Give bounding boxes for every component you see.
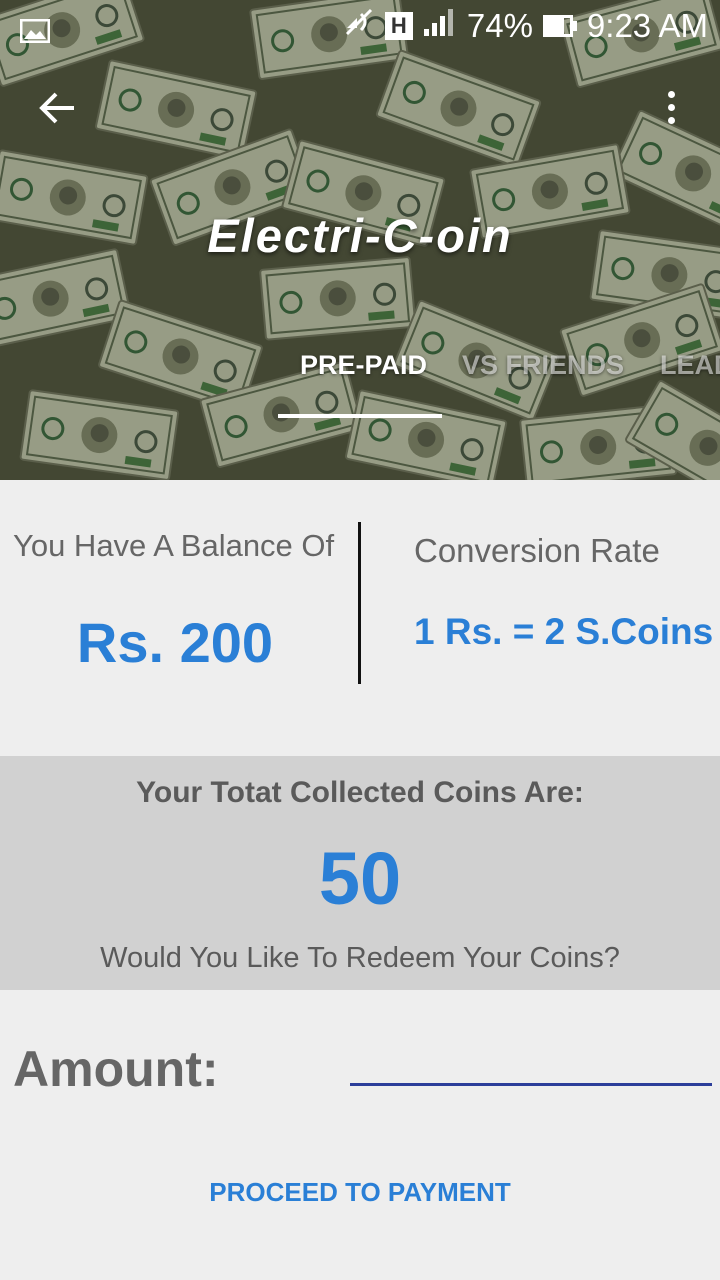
amount-input[interactable] [350, 1040, 712, 1086]
tab-leaderboard[interactable]: LEAD [660, 350, 720, 381]
active-tab-indicator [278, 414, 442, 418]
coins-value: 50 [318, 837, 402, 920]
tab-vs-friends[interactable]: VS FRIENDS [462, 350, 624, 381]
balance-summary: You Have A Balance Of Rs. 200 Conversion… [0, 480, 720, 756]
balance-value: Rs. 200 [76, 611, 274, 674]
status-bar: H 74% 9:23 AM [0, 0, 720, 50]
signal-icon [423, 7, 457, 45]
mute-icon [343, 6, 375, 46]
tab-bar: PRE-PAID VS FRIENDS LEAD [0, 350, 720, 420]
app-title: Electri-C-oin [207, 209, 513, 262]
clock: 9:23 AM [586, 7, 708, 44]
coins-panel: Your Totat Collected Coins Are: 50 Would… [0, 756, 720, 990]
proceed-to-payment-button[interactable]: PROCEED TO PAYMENT [160, 1160, 560, 1224]
image-notification-icon [19, 13, 51, 51]
header: H 74% 9:23 AM Electri-C-oin PRE-PAID VS … [0, 0, 720, 480]
battery-icon [542, 15, 577, 37]
conversion-rate-value: 1 Rs. = 2 S.Coins [414, 611, 714, 652]
network-type-badge: H [384, 12, 413, 40]
arrow-left-icon [39, 92, 74, 124]
more-vertical-icon [667, 91, 675, 98]
tab-pre-paid[interactable]: PRE-PAID [300, 350, 427, 381]
battery-percent: 74% [466, 7, 533, 44]
overflow-menu-button[interactable] [656, 86, 686, 130]
conversion-rate-label: Conversion Rate [414, 532, 660, 569]
vertical-divider [358, 522, 361, 684]
balance-label: You Have A Balance Of [13, 528, 335, 563]
amount-label: Amount: [13, 1041, 219, 1097]
back-button[interactable] [36, 86, 80, 130]
coins-title: Your Totat Collected Coins Are: [136, 776, 584, 809]
redeem-question: Would You Like To Redeem Your Coins? [100, 942, 620, 974]
